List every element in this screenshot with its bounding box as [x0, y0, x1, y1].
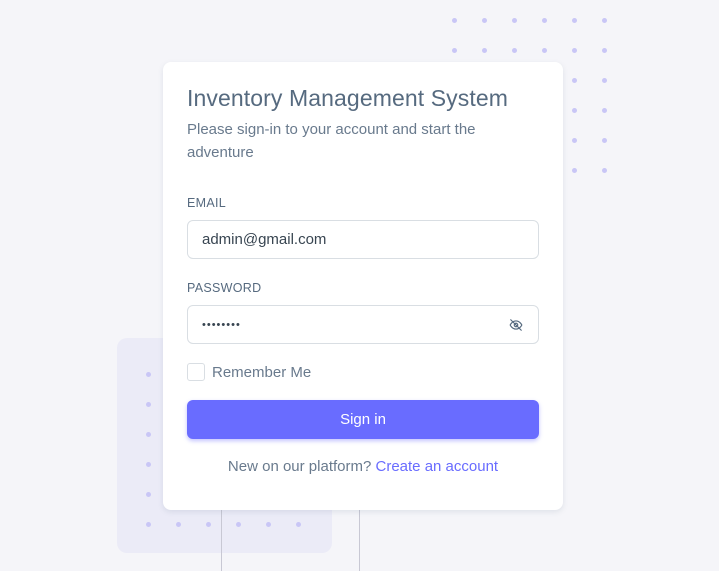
decorative-dot [236, 522, 241, 527]
decorative-dot [542, 48, 547, 53]
page-subtitle: Please sign-in to your account and start… [187, 121, 476, 161]
email-field[interactable] [202, 231, 524, 248]
decorative-dot [146, 372, 151, 377]
decorative-dot [602, 18, 607, 23]
decorative-dot [512, 18, 517, 23]
password-label: PASSWORD [187, 281, 262, 295]
decorative-dot [572, 78, 577, 83]
page-title: Inventory Management System [187, 85, 509, 111]
signup-prompt-text: New on our platform? [227, 458, 372, 475]
decorative-dot [146, 402, 151, 407]
decorative-dot [602, 78, 607, 83]
decorative-dot [452, 48, 457, 53]
decorative-dot [482, 18, 487, 23]
decorative-dot [572, 18, 577, 23]
decorative-dot [602, 138, 607, 143]
login-card: Inventory Management System Please sign-… [163, 62, 563, 510]
decorative-dot [146, 462, 151, 467]
email-field-wrapper [187, 220, 539, 259]
email-label: EMAIL [187, 196, 227, 210]
decorative-dot [266, 522, 271, 527]
decorative-dot [146, 522, 151, 527]
decorative-dot [572, 108, 577, 113]
decorative-dot [206, 522, 211, 527]
password-field[interactable]: •••••••• [202, 319, 241, 331]
decorative-dot [542, 18, 547, 23]
decorative-dot [602, 168, 607, 173]
create-account-link[interactable]: Create an account [376, 458, 499, 475]
decorative-dot [512, 48, 517, 53]
decorative-dot [452, 18, 457, 23]
decorative-dot [146, 432, 151, 437]
decorative-dot [602, 108, 607, 113]
decorative-dot [572, 138, 577, 143]
signup-prompt: New on our platform? Create an account [187, 458, 539, 475]
decorative-dot [602, 48, 607, 53]
decorative-dot [572, 168, 577, 173]
remember-me-row: Remember Me [187, 363, 539, 381]
decorative-dot [146, 492, 151, 497]
sign-in-button[interactable]: Sign in [187, 400, 539, 439]
decorative-dot [482, 48, 487, 53]
remember-me-checkbox[interactable] [187, 363, 205, 381]
decorative-dot [296, 522, 301, 527]
decorative-dot [176, 522, 181, 527]
remember-me-label[interactable]: Remember Me [212, 364, 311, 381]
decorative-dot [572, 48, 577, 53]
password-field-wrapper: •••••••• [187, 305, 539, 344]
eye-off-icon[interactable] [508, 317, 524, 333]
